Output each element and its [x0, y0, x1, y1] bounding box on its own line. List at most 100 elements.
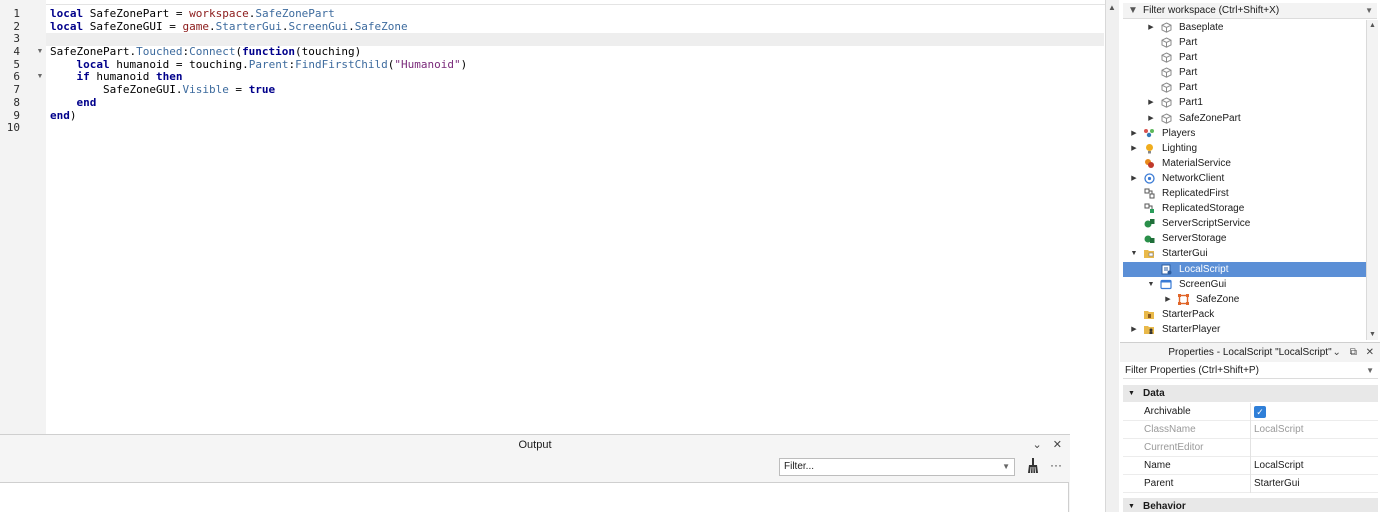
property-name: Parent	[1144, 478, 1174, 489]
explorer-item-screengui[interactable]: ▼ ScreenGui	[1123, 277, 1366, 292]
explorer-item-lighting[interactable]: ▶ Lighting	[1123, 141, 1366, 156]
properties-filter-input[interactable]: Filter Properties (Ctrl+Shift+P) ▼	[1123, 363, 1378, 379]
chevron-down-icon[interactable]: ▼	[1002, 459, 1010, 475]
explorer-item-label: StarterPack	[1162, 308, 1215, 320]
chevron-down-icon[interactable]: ▼	[34, 71, 46, 84]
category-behavior[interactable]: ▼ Behavior	[1123, 498, 1378, 512]
starter-player-icon	[1143, 324, 1155, 335]
explorer-panel: ▼ Filter workspace (Ctrl+Shift+X) ▼ ▶ Bas…	[1120, 0, 1380, 342]
chevron-right-icon[interactable]: ▶	[1146, 95, 1156, 110]
explorer-item-part[interactable]: Part	[1123, 65, 1366, 80]
explorer-item-label: Part	[1179, 37, 1198, 49]
checkbox-checked-icon[interactable]: ✓	[1254, 406, 1266, 418]
code-token: ScreenGui	[288, 19, 349, 33]
code-token: SafeZonePart.	[50, 45, 137, 59]
property-value[interactable]: StarterGui	[1254, 475, 1300, 493]
output-more-icon[interactable]: ···	[1050, 458, 1062, 472]
line-number: 7	[13, 83, 20, 97]
explorer-item-label: SafeZone	[1196, 293, 1240, 305]
scroll-up-icon[interactable]: ▲	[1369, 22, 1376, 29]
explorer-item-starterplayer[interactable]: ▶ StarterPlayer	[1123, 322, 1366, 337]
explorer-item-replicatedfirst[interactable]: ReplicatedFirst	[1123, 186, 1366, 201]
chevron-down-icon[interactable]: ⌄	[1333, 347, 1341, 358]
chevron-down-icon[interactable]: ▼	[1366, 363, 1374, 379]
line-number: 8	[13, 95, 20, 109]
explorer-item-replicatedstorage[interactable]: ReplicatedStorage	[1123, 201, 1366, 216]
chevron-right-icon[interactable]: ▶	[1129, 322, 1139, 337]
editor-scrollbar[interactable]: ▲	[1105, 0, 1119, 512]
explorer-item-part[interactable]: Part	[1123, 35, 1366, 50]
code-token: true	[248, 83, 276, 97]
property-value[interactable]: LocalScript	[1254, 457, 1303, 475]
filter-icon[interactable]: ▼	[1128, 3, 1138, 19]
chevron-right-icon[interactable]: ▶	[1129, 171, 1139, 186]
explorer-item-part1[interactable]: ▶ Part1	[1123, 95, 1366, 110]
code-line[interactable]: end	[50, 95, 1106, 110]
property-row-archivable[interactable]: Archivable ✓	[1123, 403, 1378, 421]
explorer-filter-input[interactable]: ▼ Filter workspace (Ctrl+Shift+X) ▼	[1123, 3, 1377, 19]
property-name: Name	[1144, 460, 1171, 471]
code-line[interactable]: SafeZoneGUI.Visible = true	[50, 83, 1106, 97]
code-token: end	[76, 95, 97, 109]
property-row-parent[interactable]: Parent StarterGui	[1123, 475, 1378, 493]
property-row-currenteditor[interactable]: CurrentEditor	[1123, 439, 1378, 457]
chevron-down-icon[interactable]: ▼	[1128, 498, 1135, 512]
code-line[interactable]: local humanoid = touching.Parent:FindFir…	[50, 57, 1106, 72]
output-filter-input[interactable]: Filter... ▼	[779, 458, 1015, 476]
output-panel: Output ⌄ ✕ Filter... ▼ ···	[0, 434, 1070, 512]
code-token: if	[76, 70, 90, 84]
explorer-item-startergui[interactable]: ▼ StarterGui	[1123, 246, 1366, 261]
explorer-item-localscript[interactable]: LocalScript	[1123, 261, 1366, 277]
chevron-down-icon[interactable]: ▼	[1129, 246, 1139, 261]
explorer-item-safezone[interactable]: ▶ SafeZone	[1123, 292, 1366, 307]
explorer-item-part[interactable]: Part	[1123, 50, 1366, 65]
code-token: end	[50, 108, 70, 122]
code-token: function	[242, 45, 296, 59]
output-collapse-icon[interactable]: ⌄	[1033, 439, 1042, 451]
chevron-down-icon[interactable]: ▼	[1365, 3, 1373, 19]
scroll-down-icon[interactable]: ▼	[1369, 331, 1376, 338]
explorer-item-serverscriptservice[interactable]: ServerScriptService	[1123, 216, 1366, 231]
explorer-item-safezonepart[interactable]: ▶ SafeZonePart	[1123, 111, 1366, 126]
output-title: Output	[518, 439, 552, 451]
category-data[interactable]: ▼ Data	[1123, 385, 1378, 402]
chevron-right-icon[interactable]: ▶	[1146, 111, 1156, 126]
property-divider	[1250, 439, 1251, 457]
properties-title: Properties - LocalScript "LocalScript"	[1168, 347, 1332, 358]
explorer-item-materialservice[interactable]: MaterialService	[1123, 156, 1366, 171]
chevron-right-icon[interactable]: ▶	[1129, 141, 1139, 156]
explorer-item-baseplate[interactable]: ▶ Baseplate	[1123, 20, 1366, 35]
output-close-icon[interactable]: ✕	[1053, 439, 1062, 451]
explorer-tree[interactable]: ▶ Baseplate Part Part Part Part ▶ Part1 ▶ SafeZon…	[1123, 20, 1366, 340]
code-line[interactable]	[50, 122, 1106, 135]
code-line[interactable]: local SafeZoneGUI = game.StarterGui.Scre…	[50, 19, 1106, 34]
explorer-item-players[interactable]: ▶ Players	[1123, 126, 1366, 141]
property-name: ClassName	[1144, 424, 1196, 435]
explorer-item-part[interactable]: Part	[1123, 80, 1366, 95]
property-row-classname[interactable]: ClassName LocalScript	[1123, 421, 1378, 439]
script-editor[interactable]: 1 2 3 4 5 6 7 8 9 10 ▼ ▼ local SafeZonePart = work…	[0, 0, 1106, 434]
code-line[interactable]: end)	[50, 108, 1106, 123]
undock-icon[interactable]: ⧉	[1350, 347, 1357, 358]
chevron-right-icon[interactable]: ▶	[1163, 292, 1173, 307]
code-area[interactable]: local SafeZonePart = workspace.SafeZoneP…	[46, 7, 1106, 135]
chevron-right-icon[interactable]: ▶	[1146, 20, 1156, 35]
scroll-up-icon[interactable]: ▲	[1108, 3, 1116, 12]
code-token: local	[76, 57, 110, 71]
chevron-down-icon[interactable]: ▼	[34, 46, 46, 59]
part-icon	[1160, 52, 1172, 63]
clear-output-icon[interactable]	[1024, 458, 1042, 476]
property-row-name[interactable]: Name LocalScript	[1123, 457, 1378, 475]
chevron-right-icon[interactable]: ▶	[1129, 126, 1139, 141]
explorer-item-networkclient[interactable]: ▶ NetworkClient	[1123, 171, 1366, 186]
close-icon[interactable]: ✕	[1366, 347, 1374, 358]
explorer-item-starterpack[interactable]: StarterPack	[1123, 307, 1366, 322]
output-log[interactable]	[0, 482, 1069, 512]
explorer-item-serverstorage[interactable]: ServerStorage	[1123, 231, 1366, 246]
explorer-scrollbar[interactable]: ▲ ▼	[1366, 20, 1378, 340]
chevron-down-icon[interactable]: ▼	[1128, 385, 1135, 402]
chevron-down-icon[interactable]: ▼	[1146, 277, 1156, 292]
